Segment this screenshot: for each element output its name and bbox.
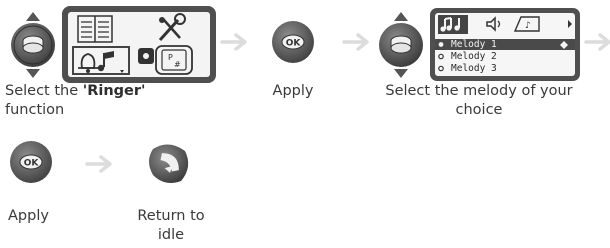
svg-text:♪: ♪ (525, 21, 531, 31)
scroll-right-icon (568, 20, 572, 28)
step3-caption: Select the melody of your choice (385, 83, 573, 118)
messages-icon: P # (138, 45, 193, 75)
right-arrow-icon (220, 33, 247, 51)
ringer-icon-selected (72, 46, 130, 75)
ok-key-icon: OK (272, 21, 314, 63)
ok-key-label: OK (286, 39, 302, 49)
notebook-icon (77, 15, 113, 43)
menu-icons-grid: P # (72, 13, 193, 75)
melody-list-screen: ♪ Melody 1 Melody 2 Melody 3 (430, 8, 580, 81)
step2-caption: Apply (272, 83, 314, 99)
step1-caption: Select the 'Ringer' function (5, 83, 146, 118)
right-arrow-icon (584, 33, 610, 51)
svg-text:P: P (168, 53, 173, 62)
melody-options-icon: ♪ (513, 16, 540, 32)
speaker-icon (486, 16, 501, 32)
navigation-key-icon (11, 12, 55, 78)
right-arrow-icon (85, 155, 112, 173)
hang-up-key-icon (149, 144, 189, 183)
svg-text:#: # (174, 60, 181, 69)
ok-key-icon: OK (10, 141, 52, 183)
step4-caption: Apply (8, 208, 49, 224)
bullet-icon (438, 53, 444, 60)
music-notes-icon (438, 15, 468, 34)
scroll-indicator-icon (560, 41, 568, 49)
ok-key-label: OK (24, 159, 40, 169)
bullet-icon (438, 65, 444, 72)
navigation-key-icon (379, 12, 423, 78)
right-arrow-icon (342, 33, 369, 51)
main-menu-screen: P # (62, 6, 216, 83)
bullet-icon (438, 42, 444, 47)
step5-caption: Return to idle (137, 208, 205, 243)
settings-tools-icon (158, 13, 186, 42)
